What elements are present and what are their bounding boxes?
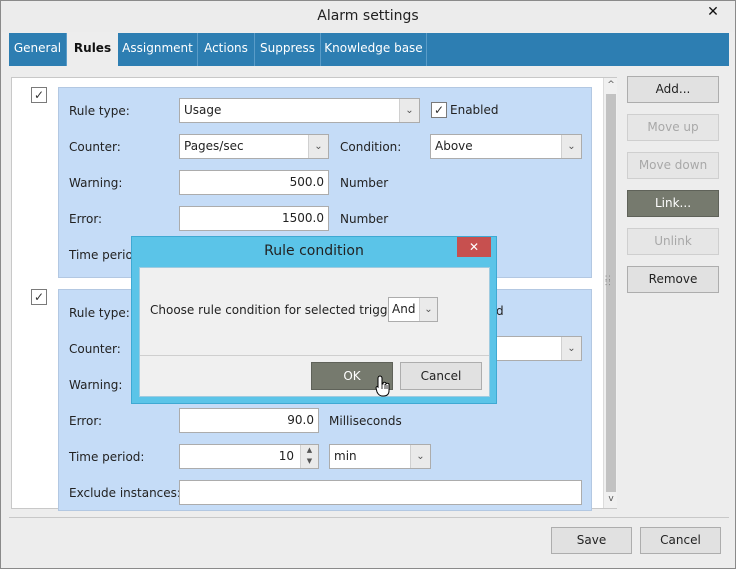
rule2-time-period-stepper[interactable]: 10 ▲ ▼ bbox=[179, 444, 319, 469]
stepper-arrows-icon[interactable]: ▲ ▼ bbox=[300, 445, 318, 468]
tab-bar: General Rules Assignment Actions Suppres… bbox=[9, 33, 729, 67]
rule2-counter-label: Counter: bbox=[69, 342, 121, 356]
chevron-down-icon: ⌄ bbox=[410, 445, 430, 468]
rule1-condition-dropdown[interactable]: Above ⌄ bbox=[430, 134, 582, 159]
rule2-time-period-unit-dropdown[interactable]: min ⌄ bbox=[329, 444, 431, 469]
tab-rules[interactable]: Rules bbox=[67, 33, 118, 67]
chevron-down-icon: ⌄ bbox=[419, 298, 437, 321]
rule1-warning-label: Warning: bbox=[69, 176, 123, 190]
tab-suppress[interactable]: Suppress bbox=[255, 33, 321, 66]
rule2-time-period-label: Time period: bbox=[69, 450, 145, 464]
rule1-condition-label: Condition: bbox=[340, 140, 402, 154]
rule1-warning-input[interactable]: 500.0 bbox=[179, 170, 329, 195]
scroll-down-icon[interactable]: v bbox=[604, 492, 618, 506]
rule2-exclude-input[interactable] bbox=[179, 480, 582, 505]
chevron-down-icon: ⌄ bbox=[561, 337, 581, 360]
rule1-enabled-checkbox[interactable]: ✓ bbox=[431, 102, 447, 118]
chevron-down-icon: ⌄ bbox=[561, 135, 581, 158]
tab-assignment[interactable]: Assignment bbox=[118, 33, 198, 66]
rule2-error-label: Error: bbox=[69, 414, 103, 428]
rule2-rule-type-label: Rule type: bbox=[69, 306, 130, 320]
rule2-error-input[interactable]: 90.0 bbox=[179, 408, 319, 433]
hand-cursor-icon bbox=[375, 375, 390, 397]
window-title: Alarm settings bbox=[317, 8, 419, 24]
rule1-rule-type-label: Rule type: bbox=[69, 104, 130, 118]
chevron-down-icon: ⌄ bbox=[308, 135, 328, 158]
dialog-cancel-button[interactable]: Cancel bbox=[400, 362, 482, 390]
condition-select[interactable]: And ⌄ bbox=[388, 297, 438, 322]
rule1-error-label: Error: bbox=[69, 212, 103, 226]
link-button[interactable]: Link... bbox=[627, 190, 719, 217]
rule1-warning-unit: Number bbox=[340, 176, 389, 190]
rule1-counter-value: Pages/sec bbox=[184, 139, 244, 153]
add-button[interactable]: Add... bbox=[627, 76, 719, 103]
rule2-enabled-label: d bbox=[496, 304, 504, 318]
close-icon[interactable]: ✕ bbox=[696, 2, 730, 22]
move-up-button[interactable]: Move up bbox=[627, 114, 719, 141]
rule2-warning-label: Warning: bbox=[69, 378, 123, 392]
close-icon[interactable]: ✕ bbox=[457, 237, 491, 257]
tab-general[interactable]: General bbox=[9, 33, 67, 66]
chevron-down-icon: ⌄ bbox=[399, 99, 419, 122]
save-button[interactable]: Save bbox=[551, 527, 632, 554]
dialog-title: Rule condition bbox=[264, 243, 364, 259]
unlink-button[interactable]: Unlink bbox=[627, 228, 719, 255]
rule2-error-unit: Milliseconds bbox=[329, 414, 402, 428]
scroll-up-icon[interactable]: ^ bbox=[604, 78, 618, 92]
rules-list-scrollbar[interactable]: ^ v bbox=[603, 78, 617, 508]
title-bar: Alarm settings ✕ bbox=[1, 1, 735, 32]
rule1-select-checkbox[interactable]: ✓ bbox=[31, 87, 47, 103]
rule2-exclude-label: Exclude instances: bbox=[69, 486, 181, 500]
tab-actions[interactable]: Actions bbox=[198, 33, 255, 66]
remove-button[interactable]: Remove bbox=[627, 266, 719, 293]
cancel-button[interactable]: Cancel bbox=[640, 527, 721, 554]
dialog-prompt: Choose rule condition for selected trigg… bbox=[150, 303, 411, 317]
rule-condition-dialog: Rule condition ✕ Choose rule condition f… bbox=[131, 236, 497, 404]
scrollbar-thumb[interactable] bbox=[606, 94, 616, 492]
alarm-settings-window: Alarm settings ✕ General Rules Assignmen… bbox=[0, 0, 736, 569]
move-down-button[interactable]: Move down bbox=[627, 152, 719, 179]
rule2-time-period-value: 10 bbox=[278, 449, 294, 463]
rule1-error-unit: Number bbox=[340, 212, 389, 226]
rule1-counter-label: Counter: bbox=[69, 140, 121, 154]
rule1-error-input[interactable]: 1500.0 bbox=[179, 206, 329, 231]
rule1-condition-value: Above bbox=[435, 139, 473, 153]
rule1-rule-type-dropdown[interactable]: Usage ⌄ bbox=[179, 98, 420, 123]
rule2-select-checkbox[interactable]: ✓ bbox=[31, 289, 47, 305]
dialog-divider bbox=[140, 355, 489, 356]
rule1-counter-dropdown[interactable]: Pages/sec ⌄ bbox=[179, 134, 329, 159]
rule2-time-period-unit-value: min bbox=[334, 449, 357, 463]
grip-dots-icon: ∶∶ ∶∶ bbox=[605, 274, 612, 289]
rule1-rule-type-value: Usage bbox=[184, 103, 222, 117]
rule1-enabled-label: Enabled bbox=[450, 103, 499, 117]
tab-knowledge-base[interactable]: Knowledge base bbox=[321, 33, 427, 66]
condition-select-value: And bbox=[392, 302, 416, 316]
